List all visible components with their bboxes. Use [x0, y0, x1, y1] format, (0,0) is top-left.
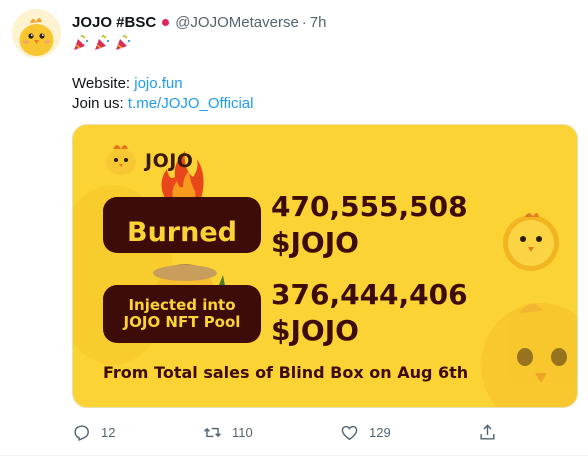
burned-token: $JOJO — [271, 226, 359, 259]
telegram-link[interactable]: t.me/JOJO_Official — [128, 95, 254, 112]
join-label: Join us: — [72, 95, 128, 112]
share-button[interactable] — [478, 418, 497, 446]
display-name[interactable]: JOJO #BSC — [72, 14, 156, 31]
heart-icon — [341, 425, 358, 440]
injected-pill: Injected into JOJO NFT Pool — [103, 285, 261, 343]
tweet[interactable]: JOJO #BSC @JOJOMetaverse · 7h Website: j… — [0, 0, 588, 456]
separator: · — [301, 13, 307, 31]
chick-avatar-icon — [12, 9, 61, 58]
retweet-button[interactable]: 110 — [203, 418, 253, 446]
website-link[interactable]: jojo.fun — [134, 75, 182, 92]
blurred-chick-icon — [481, 303, 577, 407]
website-line: Website: jojo.fun — [72, 75, 183, 92]
media-card[interactable]: JOJO Burned 470,555,508 $JOJO Injected i… — [72, 124, 578, 408]
share-icon — [480, 423, 495, 440]
party-popper-icon — [74, 35, 89, 50]
injected-label-line2: JOJO NFT Pool — [123, 313, 241, 331]
injected-token: $JOJO — [271, 314, 359, 347]
tweet-header: JOJO #BSC @JOJOMetaverse · 7h — [72, 11, 326, 33]
like-count: 129 — [369, 424, 391, 440]
reply-icon — [74, 424, 89, 441]
injected-amount: 376,444,406 — [271, 278, 468, 311]
chick-coin-icon — [503, 213, 559, 271]
user-handle[interactable]: @JOJOMetaverse — [175, 14, 299, 31]
reply-count: 12 — [101, 424, 116, 440]
card-footer-text: From Total sales of Blind Box on Aug 6th — [103, 363, 469, 382]
jojo-logo-icon — [106, 145, 136, 175]
red-dot-badge-icon — [162, 18, 170, 26]
retweet-icon — [204, 427, 221, 437]
card-brand: JOJO — [145, 150, 194, 172]
party-emoji-row — [72, 34, 132, 52]
website-label: Website: — [72, 75, 135, 92]
burned-pill: Burned — [103, 197, 261, 253]
timestamp[interactable]: 7h — [310, 14, 327, 31]
party-popper-icon — [116, 35, 131, 50]
burned-amount: 470,555,508 — [271, 190, 468, 223]
join-line: Join us: t.me/JOJO_Official — [72, 95, 253, 112]
burned-label: Burned — [127, 216, 237, 248]
retweet-count: 110 — [232, 424, 253, 440]
like-button[interactable]: 129 — [340, 418, 391, 446]
party-popper-icon — [95, 35, 110, 50]
injected-label-line1: Injected into — [128, 296, 236, 314]
tweet-actions: 12 110 129 — [0, 418, 588, 446]
reply-button[interactable]: 12 — [72, 418, 115, 446]
avatar[interactable] — [12, 9, 61, 58]
